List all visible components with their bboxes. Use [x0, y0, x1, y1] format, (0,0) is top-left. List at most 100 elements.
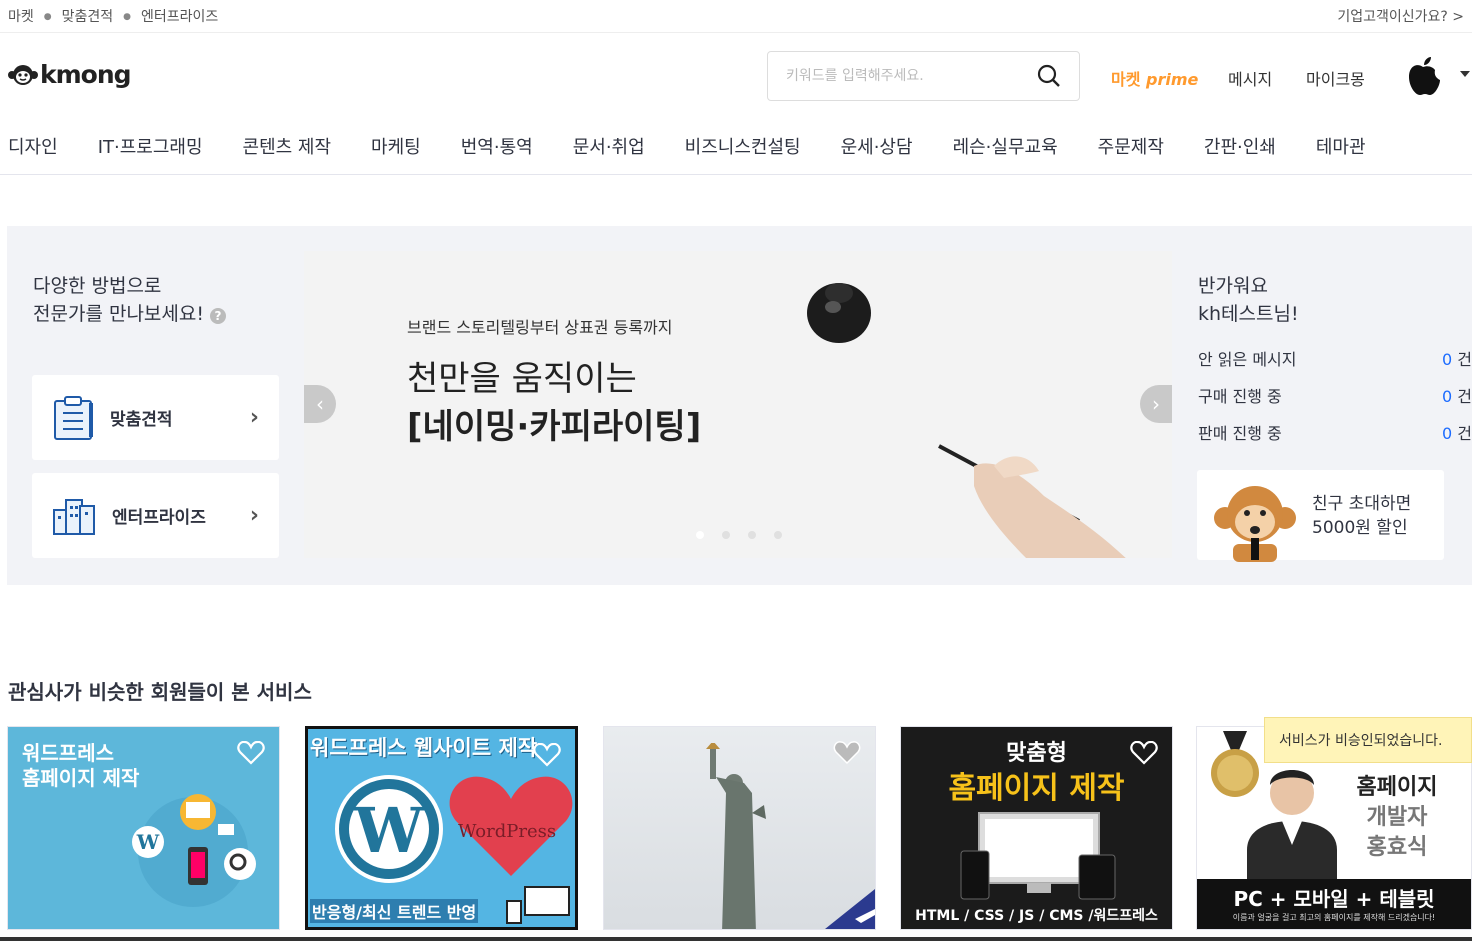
- carousel-dot[interactable]: [774, 531, 782, 539]
- enterprise-link[interactable]: 엔터프라이즈: [141, 9, 218, 25]
- greeting-username: kh테스트님!: [1198, 303, 1299, 325]
- enterprise-card[interactable]: 엔터프라이즈 ›: [32, 473, 279, 558]
- nav-it-programming[interactable]: IT·프로그래밍: [98, 133, 203, 159]
- carousel-indicators: [696, 531, 782, 539]
- service-card-wordpress-1[interactable]: 워드프레스 홈페이지 제작 W: [7, 726, 280, 930]
- thumb-title-line2: 개발자: [1366, 805, 1428, 830]
- custom-quote-card[interactable]: 맞춤견적 ›: [32, 375, 279, 460]
- nav-fortune[interactable]: 운세·상담: [841, 133, 913, 159]
- ink-bottle-image: [807, 283, 871, 343]
- mykmong-link[interactable]: 마이크몽: [1306, 66, 1365, 90]
- hero-title-line2: 전문가를 만나보세요!: [33, 303, 204, 325]
- svg-text:W: W: [136, 830, 160, 854]
- service-card-custom-homepage[interactable]: 맞춤형 홈페이지 제작 HTML / CSS / JS / CMS /워드프레스: [900, 726, 1173, 930]
- nav-theme[interactable]: 테마관: [1316, 133, 1366, 159]
- search-icon[interactable]: [1037, 64, 1061, 88]
- avatar[interactable]: [1400, 53, 1446, 99]
- nav-sign-print[interactable]: 간판·인쇄: [1204, 133, 1276, 159]
- notification-toast[interactable]: 서비스가 비승인되었습니다.: [1264, 717, 1472, 763]
- heart-icon[interactable]: [237, 741, 265, 765]
- stat-label: 판매 진행 중: [1198, 424, 1282, 443]
- heart-icon[interactable]: [1130, 741, 1158, 765]
- nav-translation[interactable]: 번역·통역: [461, 133, 533, 159]
- stat-unit: 건: [1457, 387, 1472, 406]
- thumb-title-line1: 워드프레스: [22, 741, 114, 765]
- market-prime-label: 마켓: [1111, 70, 1141, 89]
- top-utility-bar: 마켓 ● 맞춤견적 ● 엔터프라이즈 기업고객이신가요? >: [0, 0, 1472, 33]
- logo-text: kmong: [40, 60, 132, 89]
- stat-value: 0 건: [1442, 420, 1472, 444]
- category-nav: 디자인 IT·프로그래밍 콘텐츠 제작 마케팅 번역·통역 문서·취업 비즈니스…: [0, 118, 1472, 175]
- profile-dropdown-icon[interactable]: [1460, 71, 1470, 77]
- heart-icon[interactable]: [833, 741, 861, 765]
- nav-design[interactable]: 디자인: [8, 133, 58, 159]
- heart-icon[interactable]: [533, 743, 561, 767]
- kmong-logo[interactable]: kmong: [8, 60, 132, 89]
- chevron-right-icon: >: [1452, 9, 1464, 25]
- business-customer-link[interactable]: 기업고객이신가요? >: [1337, 6, 1464, 26]
- clipboard-icon: [54, 395, 93, 440]
- hero-title-line1: 다양한 방법으로: [33, 275, 162, 297]
- flag-corner-image: [825, 889, 875, 929]
- chevron-right-icon: ›: [249, 405, 259, 430]
- custom-quote-link[interactable]: 맞춤견적: [62, 9, 114, 25]
- monkey-logo-icon: [8, 64, 38, 85]
- nav-marketing[interactable]: 마케팅: [371, 133, 421, 159]
- statue-of-liberty-image: [706, 743, 766, 929]
- prime-label: prime: [1146, 70, 1199, 89]
- thumb-top-title: 워드프레스 웹사이트 제작: [310, 736, 538, 760]
- unread-messages-row[interactable]: 안 읽은 메시지 0 건: [1198, 346, 1472, 370]
- stat-label: 구매 진행 중: [1198, 387, 1282, 406]
- stat-label: 안 읽은 메시지: [1198, 350, 1297, 369]
- help-icon[interactable]: ?: [210, 308, 227, 324]
- greeting-line1: 반가워요: [1198, 275, 1268, 297]
- stat-count: 0: [1441, 387, 1453, 406]
- search-box[interactable]: [767, 51, 1080, 101]
- thumb-bottom-caption: HTML / CSS / JS / CMS /워드프레스: [915, 908, 1158, 924]
- service-card-wordpress-2[interactable]: 워드프레스 웹사이트 제작 W WordPress 반응형/최신 트렌드 반영: [305, 726, 578, 930]
- custom-quote-label: 맞춤견적: [110, 410, 173, 430]
- stats-list: 안 읽은 메시지 0 건 구매 진행 중 0 건 판매 진행 중 0 건: [1198, 346, 1472, 457]
- messages-link[interactable]: 메시지: [1228, 66, 1272, 90]
- banner-next-button[interactable]: ›: [1140, 385, 1172, 423]
- selling-row[interactable]: 판매 진행 중 0 건: [1198, 420, 1472, 444]
- nav-document[interactable]: 문서·취업: [573, 133, 645, 159]
- invite-friend-card[interactable]: 친구 초대하면 5000원 할인: [1197, 470, 1444, 562]
- banner-subtitle: 브랜드 스토리텔링부터 상표권 등록까지: [407, 318, 673, 337]
- carousel-dot[interactable]: [748, 531, 756, 539]
- hero-left-title: 다양한 방법으로 전문가를 만나보세요! ?: [33, 272, 227, 328]
- nav-consulting[interactable]: 비즈니스컨설팅: [685, 133, 801, 159]
- stat-unit: 건: [1457, 424, 1472, 443]
- devices-icon: [506, 886, 570, 924]
- thumb-title-line2: 홈페이지 제작: [948, 771, 1125, 806]
- hero-section: 다양한 방법으로 전문가를 만나보세요! ? 맞춤견적 › 엔터프라이즈 › 브…: [7, 226, 1472, 585]
- stat-value: 0 건: [1442, 383, 1472, 407]
- invite-line2: 5000원 할인: [1312, 518, 1408, 538]
- nav-custom-make[interactable]: 주문제작: [1098, 133, 1164, 159]
- stat-count: 0: [1441, 350, 1453, 369]
- business-customer-label: 기업고객이신가요?: [1337, 9, 1448, 25]
- banner-title-line1: 천만을 움직이는: [407, 359, 637, 399]
- monkey-mascot-icon: [1214, 486, 1296, 562]
- hero-title-line2-row: 전문가를 만나보세요! ?: [33, 300, 227, 328]
- thumb-title-line3: 홍효식: [1366, 835, 1428, 860]
- market-link[interactable]: 마켓: [8, 9, 34, 25]
- service-card-liberty[interactable]: [603, 726, 876, 930]
- nav-content[interactable]: 콘텐츠 제작: [243, 133, 332, 159]
- market-prime-link[interactable]: 마켓 prime: [1111, 66, 1198, 90]
- wordpress-wordmark: WordPress: [458, 821, 557, 842]
- stat-value: 0 건: [1442, 346, 1472, 370]
- carousel-dot-active[interactable]: [696, 531, 704, 539]
- search-input[interactable]: [786, 68, 1037, 84]
- invite-line1: 친구 초대하면: [1312, 494, 1412, 514]
- carousel-dot[interactable]: [722, 531, 730, 539]
- wordpress-globe-illustration: W: [132, 794, 256, 907]
- promo-banner[interactable]: 브랜드 스토리텔링부터 상표권 등록까지 천만을 움직이는 [네이밍·카피라이팅…: [304, 251, 1172, 558]
- svg-text:W: W: [353, 794, 425, 867]
- hand-with-pen-image: [938, 444, 1126, 558]
- nav-lesson[interactable]: 레슨·실무교육: [953, 133, 1058, 159]
- greeting: 반가워요 kh테스트님!: [1198, 272, 1299, 328]
- service-switcher: 마켓 ● 맞춤견적 ● 엔터프라이즈: [8, 6, 218, 26]
- purchasing-row[interactable]: 구매 진행 중 0 건: [1198, 383, 1472, 407]
- stat-count: 0: [1441, 424, 1453, 443]
